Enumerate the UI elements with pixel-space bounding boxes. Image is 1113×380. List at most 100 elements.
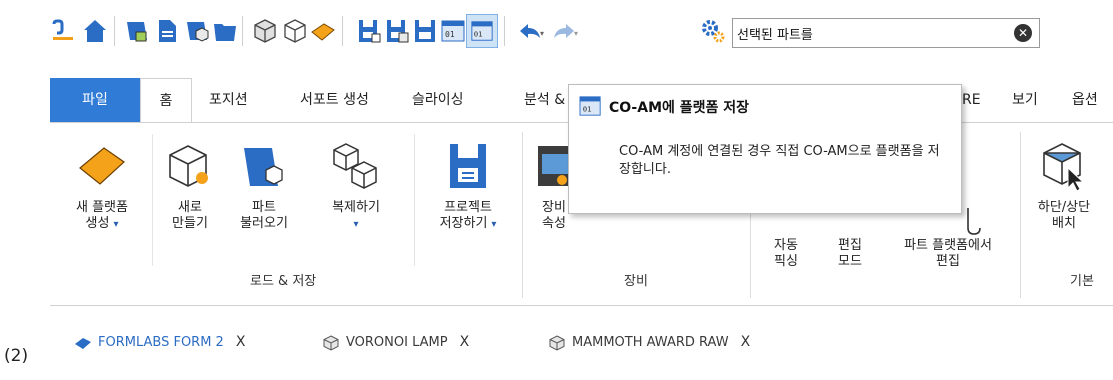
save-project-label-2: 저장하기 <box>439 216 488 231</box>
button-separator <box>414 134 415 266</box>
platform-blue-icon <box>75 337 91 349</box>
svg-text:01: 01 <box>474 30 483 39</box>
load-part-label-2: 불러오기 <box>240 216 288 231</box>
toolbar-separator <box>504 16 505 46</box>
clear-search-button[interactable]: ✕ <box>1014 24 1032 42</box>
platform-orange-icon[interactable] <box>310 18 336 44</box>
svg-text:01: 01 <box>583 105 592 114</box>
edit-hook-icon <box>967 208 981 235</box>
load-part-icon[interactable] <box>184 18 210 44</box>
new-part-icon <box>169 145 208 187</box>
group-label-basic: 기본 <box>1070 274 1094 289</box>
group-separator <box>1020 132 1021 298</box>
new-platform-icon <box>79 147 125 185</box>
home-icon[interactable] <box>82 18 108 44</box>
toolbar-separator <box>114 16 115 46</box>
load-part-label-1: 파트 <box>252 200 276 215</box>
save-project-large-icon <box>450 144 486 188</box>
save-to-coam-icon: 01 <box>471 21 493 41</box>
save-to-coam-button[interactable]: 01 <box>466 14 498 48</box>
new-create-label-1: 새로 <box>178 200 202 215</box>
tab-options[interactable]: 옵션 <box>1072 78 1098 122</box>
new-create-label-2: 만들기 <box>172 216 208 231</box>
dropdown-arrow-icon: ▾ <box>353 219 359 230</box>
load-part-folder-icon <box>244 148 283 186</box>
button-separator <box>152 134 153 266</box>
new-create-button[interactable]: 새로 만들기 <box>158 140 222 232</box>
close-tab-button[interactable]: X <box>741 330 751 354</box>
quick-access-toolbar: 01 01 ▾ ▾ ✕ <box>0 0 1113 68</box>
align-icon[interactable] <box>50 18 76 44</box>
group-label-equipment: 장비 <box>624 274 648 289</box>
open-folder-icon[interactable] <box>212 18 238 44</box>
svg-text:▾: ▾ <box>574 29 578 38</box>
duplicate-button[interactable]: 복제하기 ▾ <box>306 140 406 233</box>
placement-icon <box>1043 143 1085 192</box>
part-search-input[interactable] <box>735 21 1009 45</box>
edit-in-platform-label-1: 파트 플랫폼에서 <box>904 238 992 253</box>
save-as-project-icon[interactable] <box>384 18 410 44</box>
duplicate-label: 복제하기 <box>332 200 380 215</box>
save-to-coam-tooltip: 01 CO-AM에 플랫폼 저장 CO-AM 계정에 연결된 경우 직접 CO-… <box>568 84 962 214</box>
tab-analysis[interactable]: 분석 & <box>524 78 565 122</box>
bottom-top-placement-button[interactable]: 하단/상단 배치 <box>1022 140 1106 232</box>
close-tab-button[interactable]: X <box>460 330 470 354</box>
edit-in-part-platform-button[interactable]: 파트 플랫폼에서 편집 <box>878 208 1018 270</box>
placement-label-1: 하단/상단 <box>1037 200 1091 215</box>
save-project-label-1: 프로젝트 <box>444 200 492 215</box>
part-white-icon[interactable] <box>282 18 308 44</box>
new-doc-icon[interactable] <box>154 18 180 44</box>
new-platform-label-2: 생성 <box>85 216 110 231</box>
part-search-box: ✕ <box>732 18 1040 48</box>
doc-tab-voronoi-lamp[interactable]: VORONOI LAMP X <box>322 330 469 354</box>
figure-label: (2) <box>4 346 29 366</box>
part-gray-icon[interactable] <box>252 18 278 44</box>
load-part-button[interactable]: 파트 불러오기 <box>226 140 302 232</box>
settings-icon[interactable] <box>700 18 726 44</box>
new-platform-button[interactable]: 새 플랫폼 생성 ▾ <box>56 140 148 233</box>
tab-home[interactable]: 홈 <box>140 78 192 123</box>
auto-fix-button[interactable]: 자동 픽싱 <box>764 238 808 270</box>
doc-tab-label: MAMMOTH AWARD RAW <box>572 335 729 350</box>
edit-in-platform-label-2: 편집 <box>936 254 960 269</box>
tab-support-generation[interactable]: 서포트 생성 <box>300 78 369 122</box>
tab-view[interactable]: 보기 <box>1012 78 1038 122</box>
svg-text:▾: ▾ <box>540 29 544 38</box>
part-icon <box>323 334 339 351</box>
doc-tab-mammoth-award-raw[interactable]: MAMMOTH AWARD RAW X <box>548 330 750 354</box>
equipment-label-1: 장비 <box>542 200 566 215</box>
dropdown-arrow-icon: ▾ <box>113 219 119 230</box>
placement-label-2: 배치 <box>1052 216 1076 231</box>
tab-re[interactable]: RE <box>962 78 981 122</box>
group-separator <box>522 132 523 298</box>
edit-mode-button[interactable]: 편집 모드 <box>828 238 872 270</box>
tab-file[interactable]: 파일 <box>50 78 140 122</box>
equipment-label-2: 속성 <box>542 216 566 231</box>
close-tab-button[interactable]: X <box>236 330 246 354</box>
save-project-icon[interactable] <box>356 18 382 44</box>
duplicate-icon <box>333 143 377 189</box>
toolbar-separator <box>342 16 343 46</box>
auto-fix-label-2: 픽싱 <box>774 254 798 269</box>
edit-mode-label-1: 편집 <box>838 238 862 253</box>
export-icon[interactable]: 01 <box>440 18 466 44</box>
save-to-coam-icon: 01 <box>579 96 601 116</box>
auto-fix-label-1: 자동 <box>774 238 798 253</box>
document-tab-bar: (2) FORMLABS FORM 2 X VORONOI LAMP X MAMMO… <box>0 322 1113 380</box>
tooltip-description: CO-AM 계정에 연결된 경우 직접 CO-AM으로 플랫폼을 저장합니다. <box>619 144 940 177</box>
tooltip-title: CO-AM에 플랫폼 저장 <box>609 100 750 116</box>
tab-slicing[interactable]: 슬라이싱 <box>412 78 464 122</box>
toolbar-separator <box>242 16 243 46</box>
doc-tab-formlabs-form-2[interactable]: FORMLABS FORM 2 X <box>74 330 245 354</box>
dropdown-arrow-icon: ▾ <box>491 219 497 230</box>
doc-tab-label: VORONOI LAMP <box>346 335 448 350</box>
doc-tab-label: FORMLABS FORM 2 <box>98 335 224 350</box>
save-icon[interactable] <box>412 18 438 44</box>
undo-icon[interactable]: ▾ <box>516 18 546 44</box>
new-platform-label-1: 새 플랫폼 <box>76 200 128 215</box>
save-project-button[interactable]: 프로젝트 저장하기 ▾ <box>420 140 516 233</box>
redo-icon[interactable]: ▾ <box>550 18 580 44</box>
part-icon <box>549 334 565 351</box>
tab-position[interactable]: 포지션 <box>209 78 248 122</box>
load-platform-icon[interactable] <box>124 18 150 44</box>
